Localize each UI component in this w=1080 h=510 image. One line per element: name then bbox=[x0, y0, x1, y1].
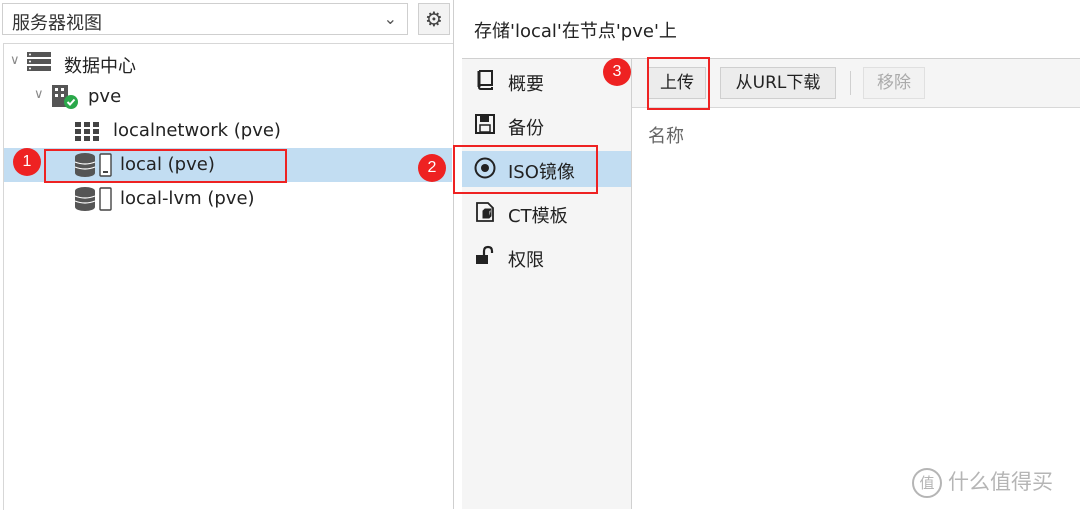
storage-icon bbox=[74, 187, 112, 211]
page-title: 存储'local'在节点'pve'上 bbox=[474, 21, 677, 42]
annotation-badge-2: 2 bbox=[418, 154, 446, 182]
watermark-logo-icon: 值 bbox=[912, 468, 942, 498]
toolbar-separator bbox=[850, 71, 851, 95]
nav-item-label: 概要 bbox=[508, 74, 544, 95]
nav-item-label: 权限 bbox=[508, 250, 544, 271]
tree-item-localnetwork[interactable]: localnetwork (pve) bbox=[4, 114, 452, 148]
nav-item-label: CT模板 bbox=[508, 206, 568, 227]
nav-item-permissions[interactable]: 权限 bbox=[462, 239, 631, 275]
annotation-box-2 bbox=[453, 145, 598, 194]
grid-header: 名称 bbox=[632, 108, 1080, 158]
file-cube-icon bbox=[476, 202, 494, 222]
network-grid-icon bbox=[75, 122, 99, 141]
remove-button[interactable]: 移除 bbox=[863, 67, 925, 99]
download-url-button[interactable]: 从URL下载 bbox=[720, 67, 836, 99]
content-header: 存储'local'在节点'pve'上 bbox=[462, 0, 1080, 59]
annotation-badge-3: 3 bbox=[603, 58, 631, 86]
chevron-down-icon: ⌄ bbox=[383, 9, 397, 28]
nav-item-label: 备份 bbox=[508, 118, 544, 139]
unlock-icon bbox=[476, 245, 494, 264]
watermark: 值什么值得买 bbox=[912, 466, 1053, 498]
floppy-icon bbox=[475, 114, 495, 134]
nav-item-ct-templates[interactable]: CT模板 bbox=[462, 195, 631, 231]
annotation-badge-1: 1 bbox=[13, 148, 41, 176]
chevron-down-icon[interactable]: ∨ bbox=[34, 87, 44, 102]
view-select[interactable]: 服务器视图 ⌄ bbox=[2, 3, 408, 35]
nav-item-backup[interactable]: 备份 bbox=[462, 107, 631, 143]
view-select-value: 服务器视图 bbox=[12, 13, 102, 34]
settings-button[interactable]: ⚙ bbox=[418, 3, 450, 35]
annotation-box-3 bbox=[647, 57, 710, 110]
tree-item-label: localnetwork (pve) bbox=[113, 120, 281, 141]
annotation-box-1 bbox=[44, 149, 287, 183]
tree-item-pve[interactable]: ∨ pve bbox=[4, 80, 452, 114]
watermark-text: 什么值得买 bbox=[948, 470, 1053, 494]
tree-item-label: local-lvm (pve) bbox=[120, 188, 255, 209]
tree-item-datacenter[interactable]: ∨ 数据中心 bbox=[4, 46, 452, 80]
storage-nav: 概要 备份 ISO镜像 CT模板 权限 bbox=[462, 59, 632, 509]
gear-icon: ⚙ bbox=[425, 7, 443, 31]
tree-item-local-lvm[interactable]: local-lvm (pve) bbox=[4, 182, 452, 216]
column-header-name[interactable]: 名称 bbox=[648, 122, 684, 148]
datacenter-icon bbox=[27, 52, 51, 71]
tree-item-label: 数据中心 bbox=[64, 56, 136, 77]
chevron-down-icon[interactable]: ∨ bbox=[10, 53, 20, 68]
book-icon bbox=[477, 70, 493, 90]
tree-item-label: pve bbox=[88, 86, 122, 107]
node-icon bbox=[52, 85, 78, 109]
resource-tree: ∨ 数据中心 ∨ pve localnetwork (pve) local (p… bbox=[3, 43, 453, 510]
